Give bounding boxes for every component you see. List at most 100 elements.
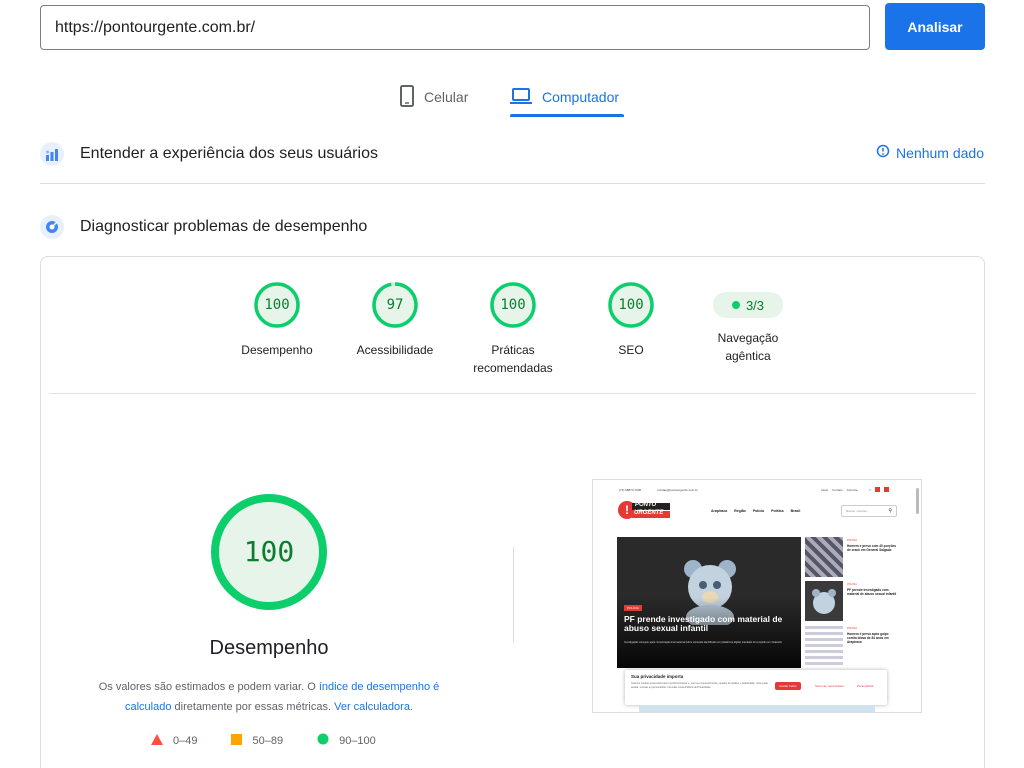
legend-label: 90–100 — [339, 734, 376, 747]
thumb-link: Contato — [832, 487, 843, 492]
url-input[interactable] — [40, 5, 870, 50]
score-value: 100 — [500, 297, 526, 313]
tab-desktop-label: Computador — [542, 89, 620, 105]
gauge-label: Navegação agêntica — [717, 331, 779, 363]
gauge-seo[interactable]: 100 SEO — [576, 281, 686, 359]
diagnostics-icon — [40, 215, 64, 239]
nav-item: Polícia — [752, 509, 765, 513]
tab-mobile-label: Celular — [424, 89, 469, 105]
gauge-accessibility[interactable]: 97 Acessibilidade — [340, 281, 450, 359]
agentic-badge: 3/3 — [713, 292, 783, 318]
final-screenshot[interactable]: (73) 98874-7006 contato@pontourgente.com… — [592, 479, 922, 713]
cookie-customize-button: Personalizar — [857, 684, 874, 688]
search-icon: ⚲ — [888, 508, 892, 514]
gauge-performance[interactable]: 100 Desempenho — [222, 281, 332, 359]
no-data-label: Nenhum dado — [896, 144, 984, 161]
hero-headline: PF prende investigado com material de ab… — [624, 614, 783, 633]
gauge-label: Desempenho — [241, 343, 313, 357]
thumb-search: Buscar notícias... ⚲ — [841, 505, 897, 517]
score-disclaimer: Os valores são estimados e podem variar.… — [81, 677, 457, 717]
nav-item: Região — [734, 509, 746, 513]
legend-pass: 90–100 — [317, 733, 376, 748]
side-title: Homem é preso com 40 porções de crack em… — [847, 544, 897, 552]
report-card: 100 Desempenho 97 Acessibilidade 100 Prá… — [40, 256, 985, 768]
nav-item: Política — [771, 509, 784, 513]
tab-desktop[interactable]: Computador — [510, 78, 619, 116]
gauge-label: Acessibilidade — [356, 343, 434, 357]
cookie-text: Usamos cookies essenciais para o portal … — [631, 682, 768, 689]
logo-text: PONTO — [635, 502, 657, 508]
thumb-bottom-bar — [639, 706, 875, 712]
hero-subtitle: Investigação começou após comunicação in… — [624, 641, 782, 644]
side-title: Homem é preso após golpe contra idosa de… — [847, 632, 889, 644]
laptop-icon — [510, 87, 532, 107]
score-value: 100 — [618, 297, 644, 313]
hero-tag: POLÍCIA — [624, 605, 642, 611]
gauge-best-practices[interactable]: 100 Práticas recomendadas — [458, 281, 568, 377]
youtube-icon — [883, 487, 889, 492]
field-data-section[interactable]: Entender a experiência dos seus usuários — [40, 134, 985, 174]
thumb-toplinks: Início Contato Anuncie f — [821, 487, 889, 492]
section-divider — [40, 183, 985, 184]
side-article: POLÍCIA PF prende investigado com materi… — [805, 581, 898, 621]
thumb-hero: POLÍCIA PF prende investigado com materi… — [617, 537, 801, 668]
legend-fail: 0–49 — [151, 733, 197, 748]
site-logo: ! PONTO URGENTE — [617, 500, 673, 520]
thumb-topbar: (73) 98874-7006 contato@pontourgente.com… — [619, 488, 698, 492]
square-icon — [231, 733, 243, 748]
thumb-link: Início — [821, 487, 829, 492]
tab-active-indicator — [510, 114, 624, 117]
device-tabs: Celular Computador — [0, 78, 1024, 118]
lab-data-title: Diagnosticar problemas de desempenho — [80, 218, 368, 235]
thumb-search-placeholder: Buscar notícias... — [846, 509, 870, 513]
gauge-label: SEO — [618, 343, 644, 357]
triangle-icon — [151, 733, 163, 748]
side-tag: POLÍCIA — [847, 539, 857, 542]
thumb-link: Anuncie — [846, 487, 858, 492]
field-data-title: Entender a experiência dos seus usuários — [80, 145, 378, 162]
gauge-label: Práticas recomendadas — [473, 343, 553, 375]
calculator-link[interactable]: Ver calculadora. — [334, 701, 413, 713]
thumb-scrollbar — [916, 488, 919, 514]
agentic-value: 3/3 — [745, 297, 765, 313]
cookie-title: Sua privacidade importa — [631, 674, 684, 679]
pass-dot-icon — [731, 301, 740, 309]
vertical-separator — [513, 547, 514, 643]
side-tag: POLÍCIA — [847, 583, 857, 586]
side-article: POLÍCIA Homem é preso após golpe contra … — [805, 625, 898, 665]
thumb-phone: (73) 98874-7006 — [619, 488, 642, 492]
legend-label: 50–89 — [252, 734, 284, 747]
disclaimer-text: diretamente por essas métricas. — [171, 701, 335, 713]
main-score-title: Desempenho — [209, 637, 329, 659]
info-icon — [876, 144, 890, 161]
cookie-accept-button: Aceitar todos — [775, 682, 801, 690]
disclaimer-text: Os valores são estimados e podem variar.… — [98, 681, 319, 693]
main-score-value: 100 — [243, 535, 295, 568]
phone-icon — [400, 84, 414, 110]
nav-item: Brasil — [790, 509, 801, 513]
legend-label: 0–49 — [173, 734, 198, 747]
thumb-nav: Arapiraca Região Polícia Política Brasil — [711, 509, 800, 513]
legend-average: 50–89 — [231, 733, 283, 748]
logo-text: URGENTE — [634, 510, 664, 516]
card-divider — [49, 393, 976, 394]
score-legend: 0–49 50–89 90–100 — [151, 733, 376, 748]
analyze-button[interactable]: Analisar — [885, 3, 985, 50]
instagram-icon — [874, 487, 880, 492]
no-data-link[interactable]: Nenhum dado — [876, 144, 984, 161]
thumb-email: contato@pontourgente.com.br — [657, 488, 698, 492]
lab-data-section: Diagnosticar problemas de desempenho — [40, 207, 985, 247]
gauge-agentic[interactable]: 3/3 Navegação agêntica — [693, 281, 803, 365]
main-score-gauge: 100 — [209, 492, 329, 612]
tab-mobile[interactable]: Celular — [400, 78, 468, 116]
cookie-reject-button: Somente necessários — [815, 684, 844, 688]
cookie-banner: Sua privacidade importa Usamos cookies e… — [625, 670, 887, 705]
side-article: POLÍCIA Homem é preso com 40 porções de … — [805, 537, 898, 577]
side-tag: POLÍCIA — [847, 627, 857, 630]
side-title: PF prende investigado com material de ab… — [847, 588, 897, 596]
score-value: 97 — [386, 297, 404, 313]
score-value: 100 — [264, 297, 290, 313]
svg-text:!: ! — [625, 503, 629, 517]
circle-icon — [317, 733, 329, 748]
nav-item: Arapiraca — [711, 509, 728, 513]
